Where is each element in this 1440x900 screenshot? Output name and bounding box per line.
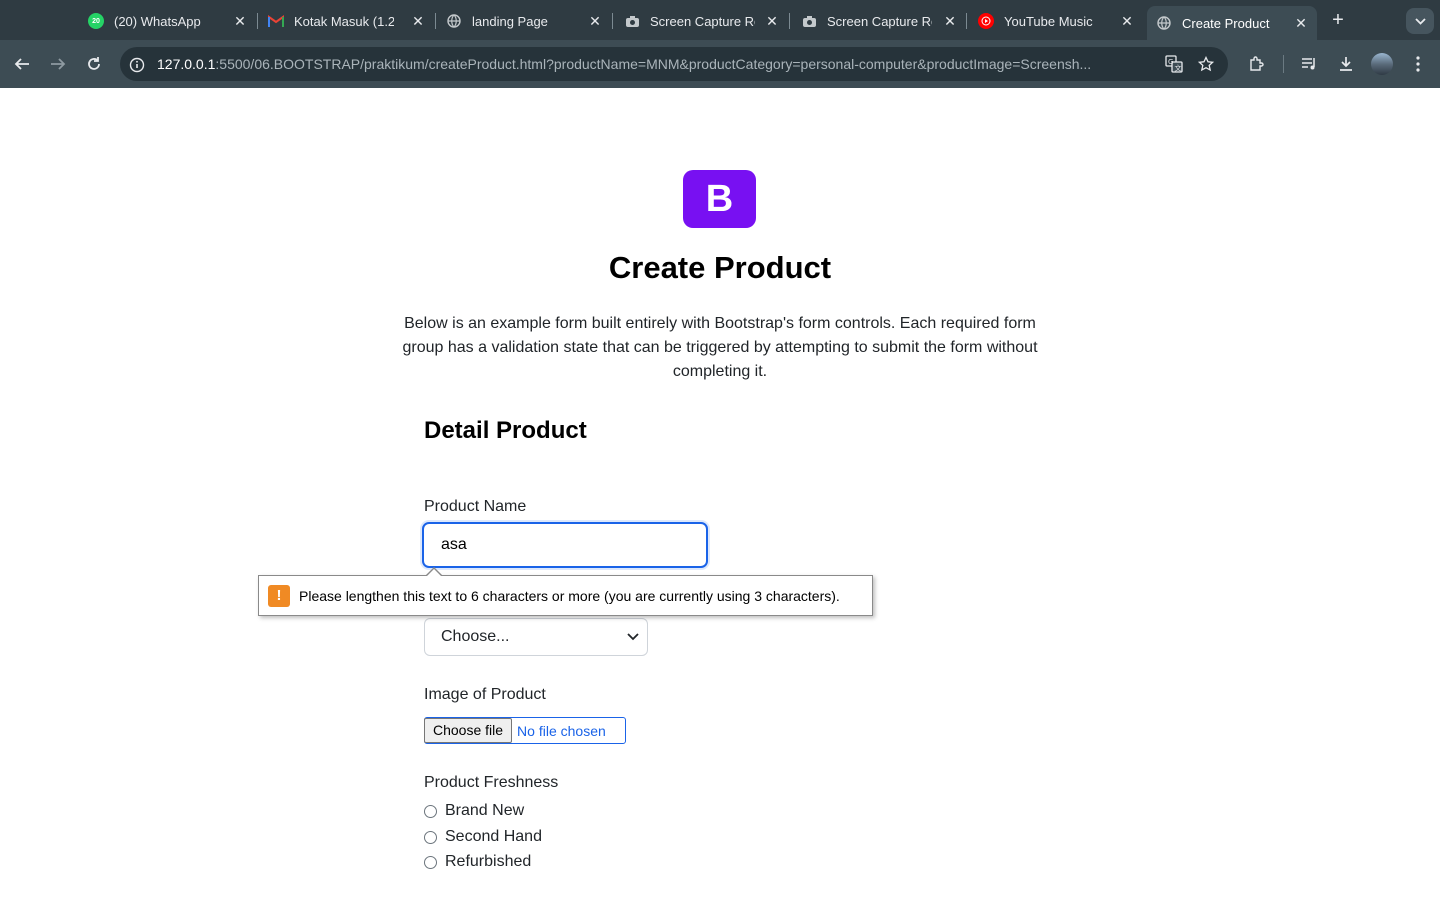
close-icon[interactable]: ✕: [1119, 13, 1135, 29]
tab-title: Screen Capture Re: [650, 13, 755, 29]
close-icon[interactable]: ✕: [942, 13, 958, 29]
validation-message: Please lengthen this text to 6 character…: [299, 587, 840, 604]
new-tab-button[interactable]: +: [1327, 10, 1349, 32]
camera-icon: [624, 13, 640, 29]
page-title: Create Product: [608, 250, 832, 285]
toolbar-separator: [1283, 55, 1284, 73]
more-menu-icon[interactable]: [1407, 53, 1429, 75]
arrow-right-icon: [51, 58, 66, 70]
chevron-down-icon: [1414, 17, 1426, 25]
arrow-left-icon: [14, 58, 29, 70]
radio-button[interactable]: [424, 830, 437, 844]
globe-icon: [446, 13, 462, 29]
tab-title: Create Product: [1182, 15, 1270, 31]
tab-separator: [257, 13, 258, 29]
close-icon[interactable]: ✕: [1293, 15, 1309, 31]
select-value: Choose...: [441, 628, 510, 645]
tab-create-product[interactable]: Create Product ✕: [1147, 6, 1317, 40]
tab-landing-page[interactable]: landing Page ✕: [446, 6, 603, 36]
tab-title: landing Page: [472, 13, 548, 29]
back-button[interactable]: [10, 52, 34, 76]
tab-youtube-music[interactable]: YouTube Music ✕: [978, 6, 1135, 36]
radio-label: Second Hand: [445, 828, 542, 845]
tab-whatsapp[interactable]: 20 (20) WhatsApp ✕: [88, 6, 248, 36]
download-icon[interactable]: [1335, 53, 1357, 75]
tab-title: YouTube Music: [1004, 13, 1093, 29]
gmail-icon: [268, 13, 284, 29]
section-title: Detail Product: [424, 417, 587, 444]
tab-screen-capture-1[interactable]: Screen Capture Re ✕: [624, 6, 780, 36]
forward-button[interactable]: [46, 52, 70, 76]
tooltip-arrow-inner: [426, 569, 442, 577]
tab-title: (20) WhatsApp: [114, 13, 201, 29]
extensions-icon[interactable]: [1246, 53, 1268, 75]
logo-letter: B: [705, 177, 734, 220]
product-name-input[interactable]: asa: [422, 522, 708, 568]
translate-icon[interactable]: G文: [1163, 53, 1185, 75]
radio-label: Brand New: [445, 802, 525, 819]
close-icon[interactable]: ✕: [587, 13, 603, 29]
tab-title: Screen Capture Re: [827, 13, 932, 29]
chevron-down-icon: [627, 633, 639, 641]
bootstrap-logo: B: [683, 170, 756, 228]
file-status: No file chosen: [517, 722, 606, 739]
url-path: :5500/06.BOOTSTRAP/praktikum/createProdu…: [215, 56, 1092, 72]
url-host: 127.0.0.1: [157, 56, 216, 72]
freshness-label: Product Freshness: [424, 774, 559, 791]
product-category-select[interactable]: Choose...: [424, 618, 648, 656]
globe-icon: [1156, 15, 1172, 31]
radio-refurbished[interactable]: Refurbished: [424, 853, 531, 871]
tab-separator: [612, 13, 613, 29]
tab-gmail[interactable]: Kotak Masuk (1.23 ✕: [268, 6, 426, 36]
close-icon[interactable]: ✕: [232, 13, 248, 29]
product-image-file-input[interactable]: Choose file No file chosen: [424, 717, 626, 744]
page-lead: Below is an example form built entirely …: [402, 315, 1038, 380]
svg-text:G: G: [1168, 58, 1173, 66]
product-name-label: Product Name: [424, 498, 527, 515]
profile-avatar[interactable]: [1371, 53, 1393, 75]
radio-second-hand[interactable]: Second Hand: [424, 828, 542, 846]
close-icon[interactable]: ✕: [410, 13, 426, 29]
radio-label: Refurbished: [445, 853, 532, 870]
site-info-icon[interactable]: [127, 55, 147, 75]
warning-icon: !: [268, 584, 290, 607]
reload-button[interactable]: [82, 52, 106, 76]
image-label: Image of Product: [424, 686, 546, 703]
tab-title: Kotak Masuk (1.23: [294, 13, 394, 29]
media-control-icon[interactable]: [1298, 53, 1320, 75]
tab-separator: [435, 13, 436, 29]
youtube-music-icon: [978, 13, 994, 29]
radio-button[interactable]: [424, 804, 437, 818]
validation-tooltip: ! Please lengthen this text to 6 charact…: [258, 575, 873, 616]
svg-text:文: 文: [1175, 64, 1182, 73]
reload-icon: [88, 57, 100, 70]
tab-separator: [789, 13, 790, 29]
radio-brand-new[interactable]: Brand New: [424, 802, 524, 820]
close-icon[interactable]: ✕: [764, 13, 780, 29]
tab-separator: [966, 13, 967, 29]
bookmark-star-icon[interactable]: [1195, 53, 1217, 75]
choose-file-button[interactable]: Choose file: [424, 718, 513, 743]
tab-search-button[interactable]: [1406, 8, 1434, 34]
camera-icon: [801, 13, 817, 29]
radio-button[interactable]: [424, 855, 437, 869]
url-text[interactable]: 127.0.0.1:5500/06.BOOTSTRAP/praktikum/cr…: [157, 56, 1147, 72]
tab-screen-capture-2[interactable]: Screen Capture Re ✕: [801, 6, 958, 36]
whatsapp-icon: 20: [88, 13, 104, 29]
